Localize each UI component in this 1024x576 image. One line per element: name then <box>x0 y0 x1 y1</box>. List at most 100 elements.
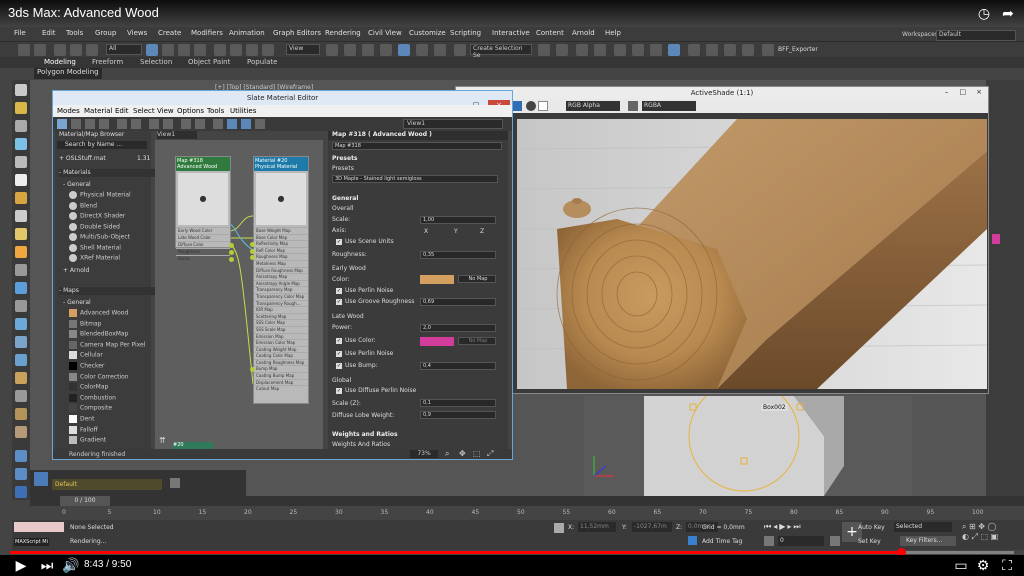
menu-group[interactable]: Group <box>95 29 116 37</box>
delete-icon[interactable] <box>99 119 109 129</box>
named-selection-dropdown[interactable]: Create Selection Se <box>470 44 532 59</box>
volume-icon[interactable]: 🔊 <box>62 557 80 575</box>
layer-dropdown[interactable]: Default <box>52 479 162 490</box>
slate-menu-utilities[interactable]: Utilities <box>230 107 256 115</box>
time-config-icon[interactable] <box>830 536 840 546</box>
ribbon-tab-populate[interactable]: Populate <box>247 58 277 66</box>
maps-general-group[interactable]: - General <box>63 299 159 307</box>
node2-slot[interactable]: Transparency Rough... <box>254 299 308 307</box>
slate-menu-material[interactable]: Material <box>84 107 112 115</box>
slate-menu-view[interactable]: View <box>157 107 174 115</box>
slate-menu-options[interactable]: Options <box>177 107 204 115</box>
rollout-general_head[interactable]: General <box>332 195 358 202</box>
time-tag-icon[interactable] <box>688 536 697 545</box>
param-editor-icon[interactable] <box>227 119 237 129</box>
isolate-icon[interactable] <box>554 523 564 533</box>
node2-slot[interactable]: Diffuse Roughness Map <box>254 266 308 274</box>
schematic-view-icon[interactable] <box>650 44 662 56</box>
ribbon-tab-modeling[interactable]: Modeling <box>44 58 76 66</box>
menu-animation[interactable]: Animation <box>229 29 265 37</box>
curve-editor-icon[interactable] <box>632 44 644 56</box>
map-item[interactable]: Dent <box>69 415 94 424</box>
redo-icon[interactable] <box>34 44 46 56</box>
view-dropdown[interactable]: View1 <box>403 119 503 129</box>
node2-slot[interactable]: Base Weight Map <box>254 227 308 234</box>
view1-tab[interactable]: View1 <box>157 131 197 139</box>
map-item[interactable]: Advanced Wood <box>69 309 128 318</box>
node2-slot[interactable]: Emission Color Map <box>254 339 308 346</box>
node2-slot[interactable]: Coating Roughness Map <box>254 358 308 366</box>
play-icon[interactable]: ▶ <box>12 557 30 575</box>
align-icon[interactable] <box>556 44 568 56</box>
checkbox-icon[interactable]: ✓ <box>336 388 342 394</box>
slate-menu-edit[interactable]: Edit <box>115 107 129 115</box>
node2-slot[interactable]: Transparency Map <box>254 286 308 293</box>
rotate-icon[interactable] <box>230 44 242 56</box>
undo-icon[interactable] <box>18 44 30 56</box>
link-tool-icon[interactable] <box>15 468 27 480</box>
use-perlin-check[interactable]: ✓ Use Perlin Noise <box>336 287 393 296</box>
polygon-modeling-panel[interactable]: Polygon Modeling <box>34 68 102 79</box>
node2-slot[interactable]: Displacement Map <box>254 378 308 386</box>
dog-icon[interactable] <box>15 408 27 420</box>
early-wood-color-swatch[interactable] <box>420 275 454 284</box>
map-name-field[interactable]: Map #318 <box>332 142 502 150</box>
patch-icon[interactable] <box>15 300 27 312</box>
slate-menu-select[interactable]: Select <box>133 107 155 115</box>
link-icon[interactable] <box>54 44 66 56</box>
playback-controls[interactable]: ⏮◂▶▸⏭ <box>764 522 834 534</box>
menu-civil-view[interactable]: Civil View <box>368 29 402 37</box>
menu-edit[interactable]: Edit <box>42 29 56 37</box>
node2-slot[interactable]: IOR Map <box>254 306 308 313</box>
maxscript-listener[interactable] <box>14 522 64 532</box>
node1-slot[interactable]: Bump <box>176 255 234 262</box>
material-item[interactable]: Double Sided <box>69 222 120 232</box>
mirror-icon[interactable] <box>538 44 550 56</box>
select-by-material-icon[interactable] <box>241 119 251 129</box>
node1-slot[interactable]: Late Wood Color <box>176 234 230 241</box>
show-map-icon[interactable] <box>149 119 159 129</box>
menu-create[interactable]: Create <box>158 29 181 37</box>
bind-icon[interactable] <box>86 44 98 56</box>
key-filters-button[interactable]: Key Filters... <box>900 536 956 546</box>
scale-spinner[interactable]: 1,00 <box>420 216 496 224</box>
node2-slot[interactable]: Refl Color Map <box>250 246 308 254</box>
globe-icon[interactable] <box>15 450 27 462</box>
advanced-wood-node[interactable]: Map #318 Advanced Wood ● Early Wood Colo… <box>175 156 234 262</box>
percent-snap-icon[interactable] <box>416 44 428 56</box>
rendered-frame-icon[interactable] <box>706 44 718 56</box>
render-production-icon[interactable] <box>724 44 736 56</box>
map-item[interactable]: Camera Map Per Pixel <box>69 340 145 350</box>
arnold-group[interactable]: + Arnold <box>63 267 159 275</box>
checkbox-icon[interactable]: ✓ <box>336 363 342 369</box>
video-title[interactable]: 3ds Max: Advanced Wood <box>8 5 159 20</box>
time-slider-thumb[interactable]: 0 / 100 <box>60 496 110 506</box>
edit-named-sel-icon[interactable] <box>454 44 466 56</box>
map-item[interactable]: Composite <box>69 404 112 413</box>
rect-select-icon[interactable] <box>178 44 190 56</box>
snap-3d-icon[interactable] <box>380 44 392 56</box>
material-map-icon[interactable] <box>213 119 223 129</box>
minimize-icon[interactable]: – <box>940 87 954 98</box>
zoom-region-icon[interactable]: ⬚ <box>473 449 481 458</box>
sphere-icon[interactable] <box>15 210 27 222</box>
node2-slot[interactable]: Metalness Map <box>254 259 308 267</box>
node2-slot[interactable]: Anisotropy Map <box>254 273 308 280</box>
walk-icon[interactable] <box>15 318 27 330</box>
map-item[interactable]: Checker <box>69 362 104 371</box>
auto-key-button[interactable]: Auto Key <box>858 524 885 531</box>
mono-icon[interactable] <box>538 101 548 111</box>
helper-icon[interactable] <box>15 138 27 150</box>
show-background-icon[interactable] <box>163 119 173 129</box>
checkbox-icon[interactable]: ✓ <box>336 288 342 294</box>
physical-material-node[interactable]: Material #20 Physical Material ● Base We… <box>250 156 309 404</box>
node1-slot[interactable]: Early Wood Color <box>176 227 230 234</box>
node2-slot[interactable]: Coating Bump Map <box>254 372 308 379</box>
material-item[interactable]: DirectX Shader <box>69 212 125 221</box>
settings-icon[interactable]: ⚙ <box>974 557 992 575</box>
map-item[interactable]: Cellular <box>69 351 103 360</box>
late-no-map-button[interactable]: No Map <box>458 337 496 345</box>
node2-slot[interactable]: Reflectivity Map <box>250 240 308 248</box>
next-icon[interactable]: ⏭ <box>38 557 56 575</box>
select-icon[interactable] <box>146 44 158 56</box>
